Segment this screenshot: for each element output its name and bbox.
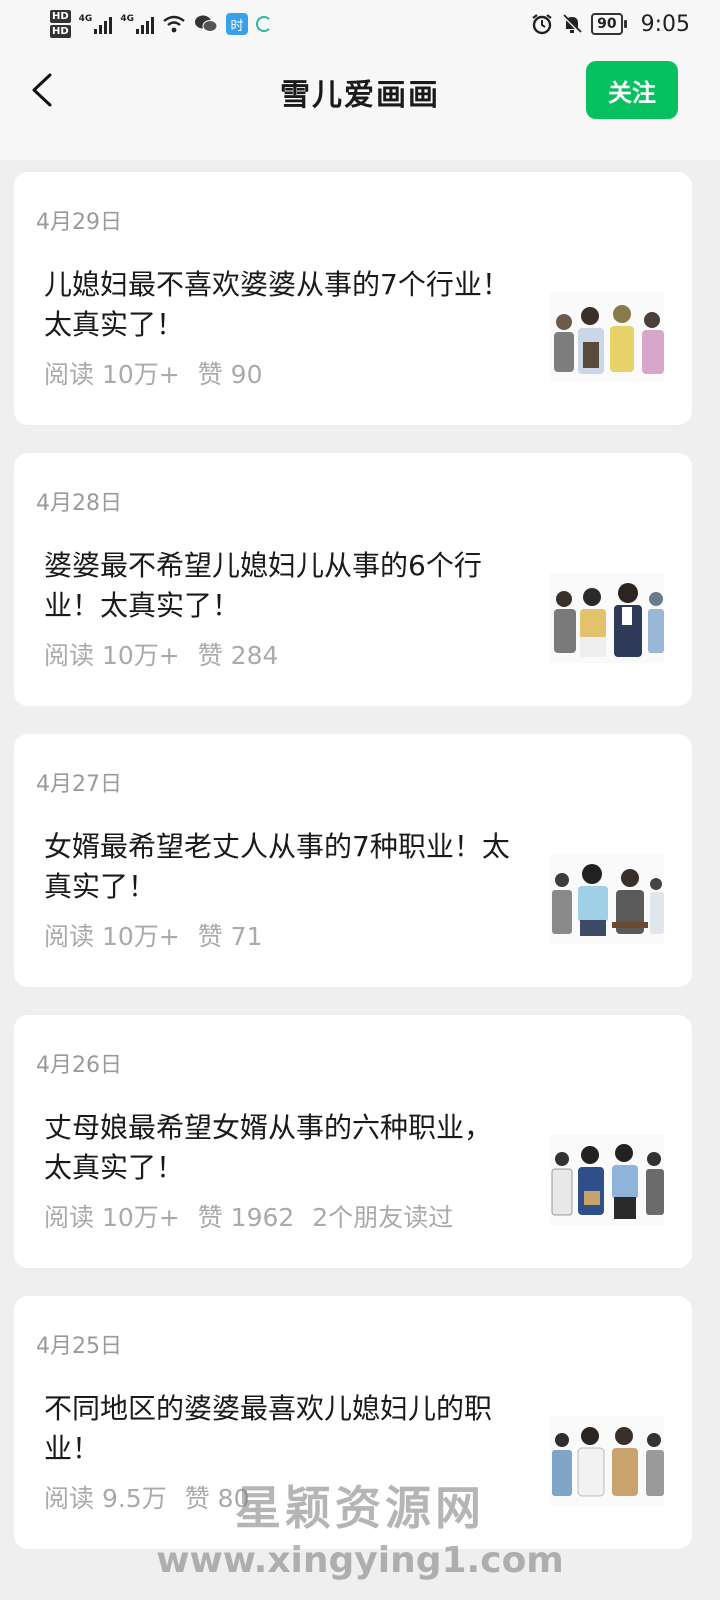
- battery-icon: 90: [591, 13, 628, 35]
- mute-bell-icon: [562, 13, 583, 35]
- status-bar: HD HD 4G 4G 时 90 9:05: [0, 0, 720, 48]
- article-date: 4月26日: [36, 1053, 122, 1078]
- friends-read: 2个朋友读过: [312, 1203, 454, 1232]
- status-time: 9:05: [640, 11, 690, 37]
- wechat-icon: [194, 15, 218, 32]
- article-card[interactable]: 4月29日 儿媳妇最不喜欢婆婆从事的7个行业！太真实了！ 阅读 10万+ 赞 9…: [14, 172, 692, 425]
- article-date: 4月29日: [36, 210, 122, 235]
- signal-icon: 4G: [79, 14, 113, 34]
- alarm-icon: [532, 14, 552, 35]
- status-left: HD HD 4G 4G 时: [50, 10, 272, 38]
- like-count: 赞 80: [184, 1484, 250, 1513]
- read-count: 阅读 10万+: [44, 641, 180, 670]
- article-thumbnail[interactable]: [550, 1416, 664, 1506]
- article-date: 4月25日: [36, 1334, 122, 1359]
- article-stats: 阅读 9.5万 赞 80: [44, 1479, 249, 1515]
- hd-icon: HD: [50, 25, 71, 38]
- article-card[interactable]: 4月27日 女婿最希望老丈人从事的7种职业！太真实了！ 阅读 10万+ 赞 71: [14, 734, 692, 987]
- like-count: 赞 71: [197, 922, 263, 951]
- article-card[interactable]: 4月25日 不同地区的婆婆最喜欢儿媳妇儿的职业！ 阅读 9.5万 赞 80: [14, 1296, 692, 1549]
- read-count: 阅读 9.5万: [44, 1484, 167, 1513]
- article-title[interactable]: 女婿最希望老丈人从事的7种职业！太真实了！: [44, 827, 514, 907]
- network-type-label: 4G: [120, 14, 134, 24]
- nav-bar: 雪儿爱画画 关注: [0, 56, 720, 124]
- article-date: 4月27日: [36, 772, 122, 797]
- article-title[interactable]: 丈母娘最希望女婿从事的六种职业，太真实了！: [44, 1108, 514, 1188]
- read-count: 阅读 10万+: [44, 360, 180, 389]
- article-thumbnail[interactable]: [550, 854, 664, 944]
- signal-icon: 4G: [120, 14, 154, 34]
- like-count: 赞 284: [197, 641, 279, 670]
- follow-button[interactable]: 关注: [586, 61, 678, 119]
- article-thumbnail[interactable]: [550, 573, 664, 663]
- article-date: 4月28日: [36, 491, 122, 516]
- article-stats: 阅读 10万+ 赞 90: [44, 355, 262, 391]
- article-stats: 阅读 10万+ 赞 284: [44, 636, 278, 672]
- hd-indicator: HD HD: [50, 10, 71, 38]
- read-count: 阅读 10万+: [44, 922, 180, 951]
- app-notification-icon: 时: [225, 13, 248, 35]
- status-right: 90 9:05: [531, 12, 690, 37]
- read-count: 阅读 10万+: [44, 1203, 180, 1232]
- article-title[interactable]: 不同地区的婆婆最喜欢儿媳妇儿的职业！: [44, 1389, 514, 1469]
- network-type-label: 4G: [78, 14, 93, 24]
- article-thumbnail[interactable]: [550, 292, 664, 382]
- article-stats: 阅读 10万+ 赞 1962 2个朋友读过: [44, 1198, 453, 1234]
- article-card[interactable]: 4月26日 丈母娘最希望女婿从事的六种职业，太真实了！ 阅读 10万+ 赞 19…: [14, 1015, 692, 1268]
- hd-icon: HD: [50, 10, 71, 23]
- article-stats: 阅读 10万+ 赞 71: [44, 917, 262, 953]
- article-thumbnail[interactable]: [550, 1135, 664, 1225]
- wifi-icon: [163, 15, 185, 33]
- like-count: 赞 1962: [197, 1203, 295, 1232]
- like-count: 赞 90: [197, 360, 263, 389]
- article-title[interactable]: 婆婆最不希望儿媳妇儿从事的6个行业！太真实了！: [44, 546, 514, 626]
- article-title[interactable]: 儿媳妇最不喜欢婆婆从事的7个行业！太真实了！: [44, 265, 514, 345]
- sync-icon: [255, 16, 272, 32]
- article-card[interactable]: 4月28日 婆婆最不希望儿媳妇儿从事的6个行业！太真实了！ 阅读 10万+ 赞 …: [14, 453, 692, 706]
